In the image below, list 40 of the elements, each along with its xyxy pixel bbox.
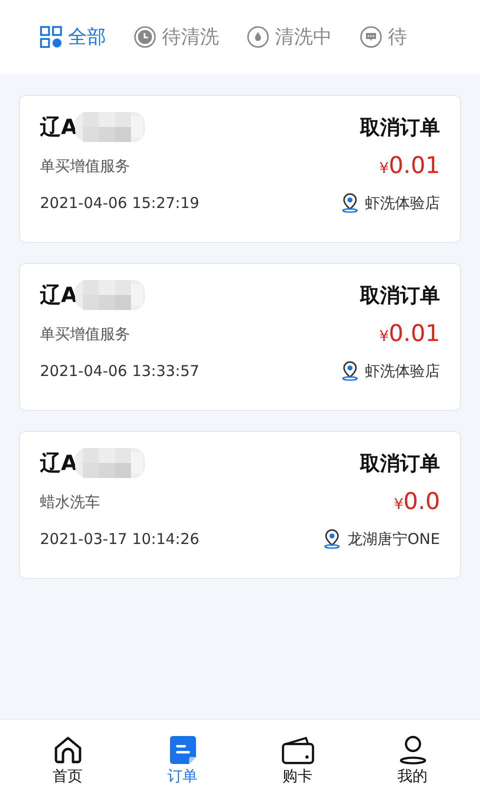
document-icon [168, 734, 196, 764]
price: ¥0.0 [394, 489, 440, 515]
filter-tab[interactable]: 待清洗 [134, 24, 219, 50]
location-pin-icon [341, 361, 359, 381]
nav-tab[interactable]: 我的 [355, 720, 470, 800]
order-card[interactable]: 辽A 取消订单 单买增值服务 ¥0.01 2021-04-06 13:33:57 虾洗体验店 [19, 263, 461, 411]
order-card[interactable]: 辽A 取消订单 蜡水洗车 ¥0.0 2021-03-17 10:14:26 龙湖唐宁ONE [19, 431, 461, 579]
store-name: 龙湖唐宁ONE [347, 530, 440, 548]
filter-tab[interactable]: 全部 [40, 24, 106, 50]
service-name: 单买增值服务 [40, 324, 130, 344]
nav-tab[interactable]: 首页 [10, 720, 125, 800]
drop-icon [247, 26, 269, 48]
plate-number: 辽A [40, 282, 78, 309]
cancel-order-button[interactable]: 取消订单 [360, 114, 440, 140]
plate-number: 辽A [40, 450, 78, 477]
location-pin-icon [341, 193, 359, 213]
filter-tab[interactable]: 清洗中 [247, 24, 332, 50]
plate-number: 辽A [40, 114, 78, 141]
order-card[interactable]: 辽A 取消订单 单买增值服务 ¥0.01 2021-04-06 15:27:19 虾洗体验店 [19, 95, 461, 243]
location-pin-icon [323, 529, 342, 549]
service-name: 单买增值服务 [40, 156, 130, 176]
cancel-order-button[interactable]: 取消订单 [360, 282, 440, 308]
order-time: 2021-04-06 15:27:19 [40, 194, 200, 212]
filter-tab[interactable]: 待 [360, 24, 407, 50]
person-icon [398, 734, 428, 764]
grid-icon [40, 26, 62, 48]
cancel-order-button[interactable]: 取消订单 [360, 450, 440, 476]
wallet-icon [280, 734, 314, 764]
nav-tab[interactable]: 订单 [125, 720, 240, 800]
chat-icon [360, 26, 382, 48]
clock-icon [134, 26, 156, 48]
store-name: 虾洗体验店 [365, 194, 440, 212]
store-name: 虾洗体验店 [365, 362, 440, 380]
service-name: 蜡水洗车 [40, 492, 100, 512]
price: ¥0.01 [379, 153, 440, 179]
nav-tab[interactable]: 购卡 [240, 720, 355, 800]
order-time: 2021-04-06 13:33:57 [40, 362, 200, 380]
home-icon [52, 734, 82, 764]
order-time: 2021-03-17 10:14:26 [40, 530, 200, 548]
price: ¥0.01 [379, 321, 440, 347]
